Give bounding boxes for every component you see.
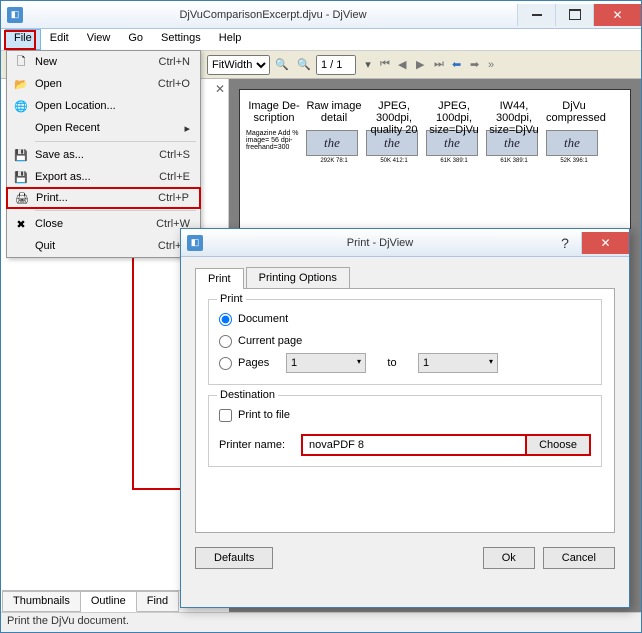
dialog-buttons: Defaults Ok Cancel (195, 547, 615, 569)
col-header: DjVu compressed (546, 100, 602, 130)
col-meta: 52K 396:1 (546, 158, 602, 164)
first-page-icon[interactable]: ⏮ (380, 58, 396, 71)
label-to: to (372, 357, 412, 369)
menu-help[interactable]: Help (210, 29, 251, 50)
dialog-tabs: Print Printing Options (195, 267, 615, 289)
next-page-icon[interactable]: ▶ (416, 58, 432, 71)
page-to-select[interactable]: 1 (418, 353, 498, 373)
menu-item-print[interactable]: 🖨Print...Ctrl+P (6, 187, 201, 209)
print-dialog: ◧ Print - DjView ? Print Printing Option… (180, 228, 630, 608)
new-icon: 🗋 (11, 54, 31, 70)
app-icon: ◧ (7, 7, 23, 23)
zoom-out-icon[interactable]: 🔍 (294, 55, 314, 75)
dialog-title: Print - DjView (209, 237, 551, 249)
defaults-button[interactable]: Defaults (195, 547, 273, 569)
annotation-file-highlight (4, 30, 36, 50)
tab-printing-options[interactable]: Printing Options (246, 267, 350, 288)
print-panel: Print Document Current page Pages 1 to 1… (195, 289, 615, 533)
close-button[interactable] (593, 4, 641, 26)
page-input[interactable] (316, 55, 356, 75)
print-icon: 🖨 (12, 190, 32, 206)
statusbar: Print the DjVu document. (1, 612, 641, 632)
label-printer-name: Printer name: (219, 439, 301, 451)
back-icon[interactable]: ⬅ (452, 58, 468, 71)
col-meta: 61K 389:1 (426, 158, 482, 164)
page-from-select[interactable]: 1 (286, 353, 366, 373)
menu-item-close[interactable]: ✖CloseCtrl+W (7, 213, 200, 235)
group-legend: Print (217, 293, 246, 305)
sidebar-close-icon[interactable]: ✕ (215, 82, 225, 96)
menubar: File Edit View Go Settings Help (1, 29, 641, 51)
maximize-button[interactable] (555, 4, 593, 26)
export-icon: 💾 (11, 169, 31, 185)
tab-find[interactable]: Find (137, 591, 179, 612)
zoom-in-icon[interactable]: 🔍 (272, 55, 292, 75)
menu-item-quit[interactable]: QuitCtrl+Q (7, 235, 200, 257)
overflow-icon[interactable]: » (488, 59, 504, 71)
col-header: IW44, 300dpi, size=DjVu (486, 100, 542, 130)
col-header: JPEG, 100dpi, size=DjVu (426, 100, 482, 130)
save-icon: 💾 (11, 147, 31, 163)
col-meta: Magazine Add % image= 56 dpi-freehand=30… (246, 130, 302, 156)
ok-button[interactable]: Ok (483, 547, 535, 569)
menu-item-save-as[interactable]: 💾Save as...Ctrl+S (7, 144, 200, 166)
label-pages: Pages (238, 357, 280, 369)
close-icon: ✖ (11, 216, 31, 232)
radio-current-page[interactable] (219, 335, 232, 348)
help-icon[interactable]: ? (551, 235, 579, 251)
menu-item-open-location[interactable]: 🌐Open Location... (7, 95, 200, 117)
cancel-button[interactable]: Cancel (543, 547, 615, 569)
sample-thumb: the (306, 130, 358, 156)
col-header: Raw image detail (306, 100, 362, 130)
tab-print[interactable]: Print (195, 268, 244, 289)
tab-thumbnails[interactable]: Thumbnails (2, 591, 81, 612)
menu-item-open-recent[interactable]: Open Recent▸ (7, 117, 200, 139)
prev-page-icon[interactable]: ◀ (398, 58, 414, 71)
titlebar: ◧ DjVuComparisonExcerpt.djvu - DjView (1, 1, 641, 29)
menu-item-export-as[interactable]: 💾Export as...Ctrl+E (7, 166, 200, 188)
menu-separator (35, 141, 196, 142)
col-header: Image De-scription (246, 100, 302, 130)
menu-item-new[interactable]: 🗋NewCtrl+N (7, 51, 200, 73)
group-legend: Destination (217, 389, 278, 401)
menu-item-open[interactable]: 📂OpenCtrl+O (7, 73, 200, 95)
file-menu-dropdown: 🗋NewCtrl+N 📂OpenCtrl+O 🌐Open Location...… (6, 50, 201, 258)
chevron-down-icon[interactable]: ▾ (358, 55, 378, 75)
radio-pages[interactable] (219, 357, 232, 370)
destination-group: Destination Print to file Printer name: … (208, 395, 602, 467)
radio-document[interactable] (219, 313, 232, 326)
globe-icon: 🌐 (11, 98, 31, 114)
label-print-to-file: Print to file (238, 409, 290, 421)
menu-edit[interactable]: Edit (41, 29, 78, 50)
col-meta: 292K 78:1 (306, 158, 362, 164)
zoom-mode-select[interactable]: FitWidth (207, 55, 270, 75)
menu-separator (35, 210, 196, 211)
sample-thumb: the (546, 130, 598, 156)
print-range-group: Print Document Current page Pages 1 to 1 (208, 299, 602, 385)
col-header: JPEG, 300dpi, quality 20 (366, 100, 422, 130)
dialog-close-button[interactable] (581, 232, 629, 254)
dialog-titlebar: ◧ Print - DjView ? (181, 229, 629, 257)
col-meta: 50K 412:1 (366, 158, 422, 164)
window-title: DjVuComparisonExcerpt.djvu - DjView (29, 9, 517, 21)
menu-go[interactable]: Go (119, 29, 152, 50)
check-print-to-file[interactable] (219, 409, 232, 422)
app-icon: ◧ (187, 235, 203, 251)
open-icon: 📂 (11, 76, 31, 92)
last-page-icon[interactable]: ⏭ (434, 58, 450, 71)
label-document: Document (238, 313, 288, 325)
menu-view[interactable]: View (78, 29, 120, 50)
submenu-arrow-icon: ▸ (184, 122, 190, 135)
choose-printer-button[interactable]: Choose (527, 434, 591, 456)
label-current-page: Current page (238, 335, 302, 347)
document-page: Image De-scriptionMagazine Add % image= … (239, 89, 631, 229)
minimize-button[interactable] (517, 4, 555, 26)
tab-outline[interactable]: Outline (81, 591, 137, 612)
forward-icon[interactable]: ➡ (470, 58, 486, 71)
col-meta: 61K 389:1 (486, 158, 542, 164)
printer-name-field: novaPDF 8 (301, 434, 527, 456)
menu-settings[interactable]: Settings (152, 29, 210, 50)
